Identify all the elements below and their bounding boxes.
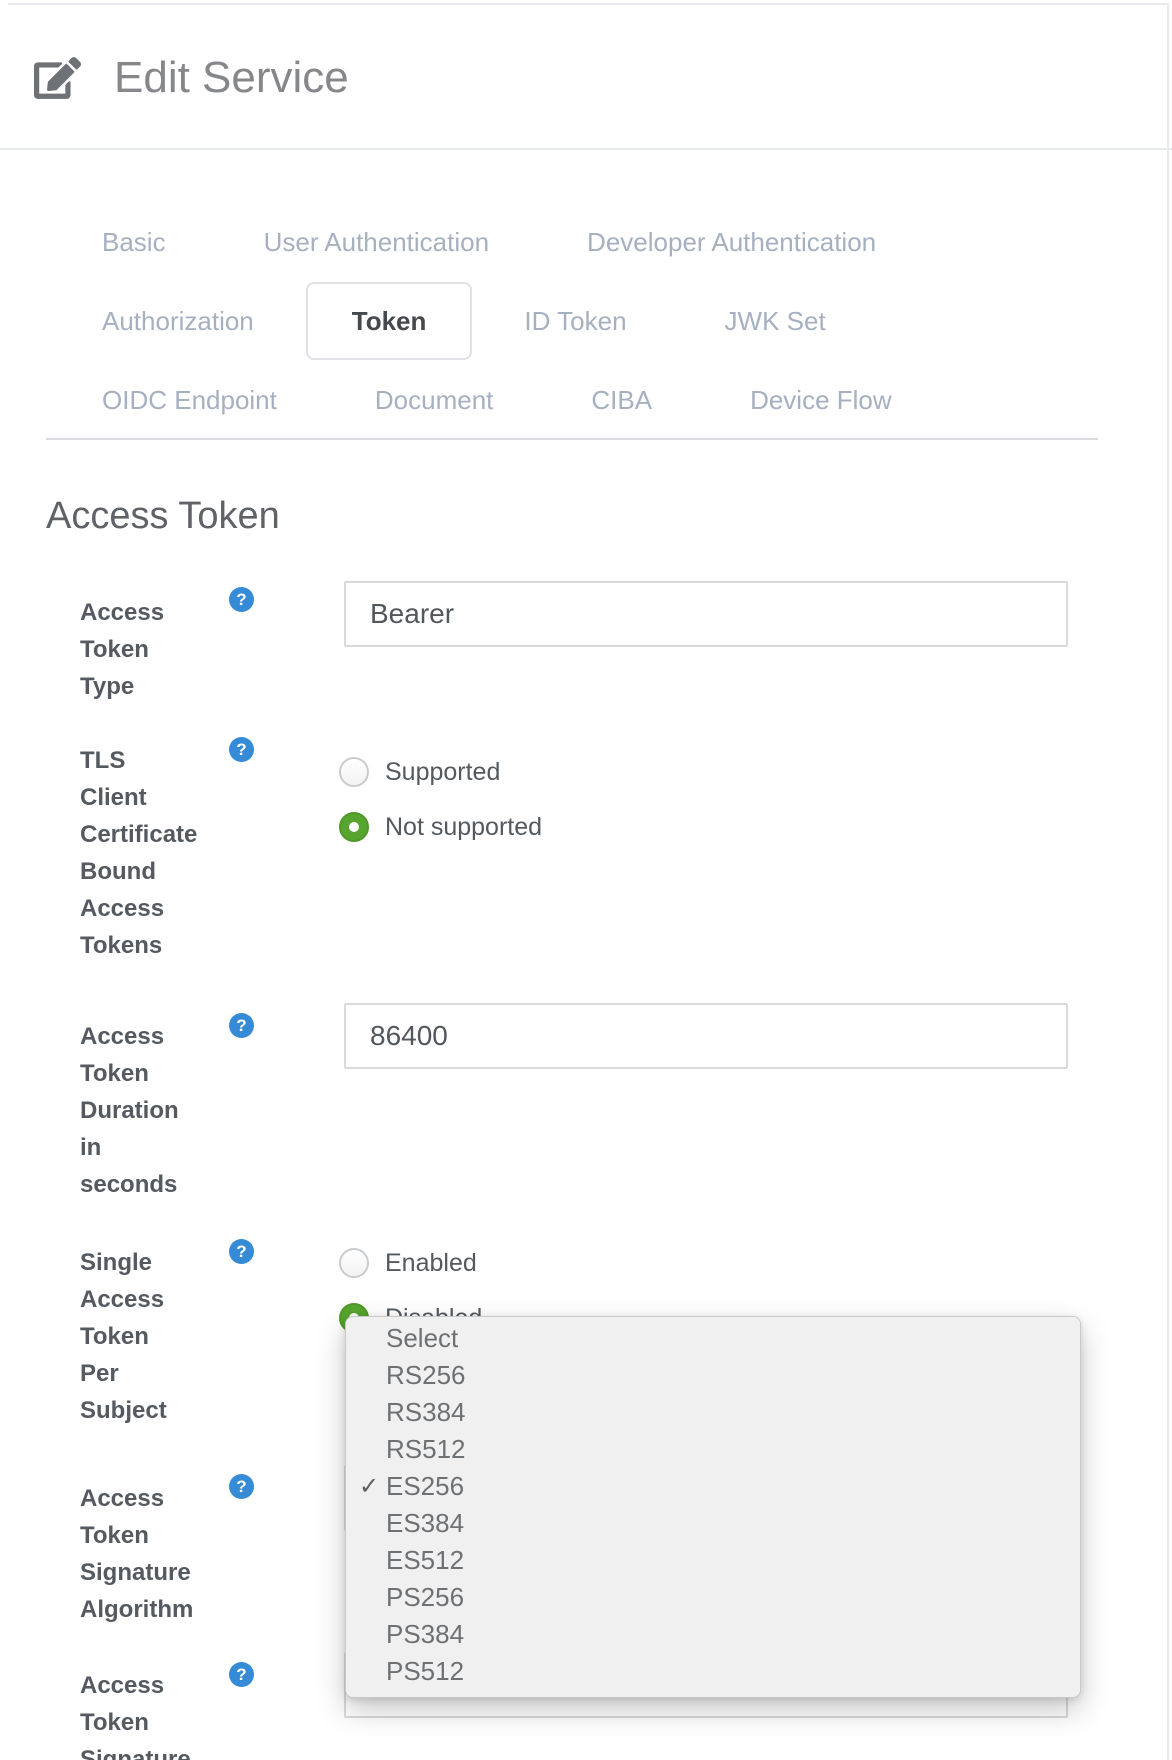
help-icon[interactable]: ? (229, 1239, 254, 1264)
help-icon[interactable]: ? (229, 1662, 254, 1687)
radio-supported-label[interactable]: Supported (385, 757, 500, 787)
help-icon[interactable]: ? (229, 1013, 254, 1038)
help-icon[interactable]: ? (229, 1474, 254, 1499)
radio-supported[interactable] (339, 757, 369, 787)
dropdown-option-es512[interactable]: ES512 (346, 1542, 1080, 1579)
tab-row-1: Basic User Authentication Developer Auth… (56, 203, 1116, 281)
tab-jwk-set[interactable]: JWK Set (679, 282, 872, 360)
radio-not-supported[interactable] (339, 812, 369, 842)
access-token-type-input[interactable] (344, 581, 1068, 647)
header-divider (0, 148, 1172, 150)
dropdown-option-es384[interactable]: ES384 (346, 1505, 1080, 1542)
tab-id-token[interactable]: ID Token (478, 282, 672, 360)
label-access-token-duration: Access Token Duration in seconds (80, 1018, 250, 1203)
edit-service-page: Edit Service Basic User Authentication D… (0, 0, 1172, 1760)
label-access-token-type: Access Token Type (80, 594, 250, 705)
tab-row-3: OIDC Endpoint Document CIBA Device Flow (56, 361, 1116, 439)
help-icon[interactable]: ? (229, 737, 254, 762)
panel-right-border (1167, 3, 1169, 1760)
help-icon[interactable]: ? (229, 587, 254, 612)
page-title: Edit Service (114, 54, 349, 102)
tab-row-2: Authorization Token ID Token JWK Set (56, 282, 1116, 360)
signature-algorithm-dropdown: Select RS256 RS384 RS512 ✓ES256 ES384 ES… (345, 1316, 1081, 1698)
tab-user-authentication[interactable]: User Authentication (218, 203, 535, 281)
dropdown-option-es256[interactable]: ✓ES256 (346, 1468, 1080, 1505)
tab-device-flow[interactable]: Device Flow (704, 361, 938, 439)
dropdown-option-select[interactable]: Select (346, 1320, 1080, 1357)
label-tls-client-cert-bound: TLS Client Certificate Bound Access Toke… (80, 742, 250, 964)
tab-oidc-endpoint[interactable]: OIDC Endpoint (56, 361, 323, 439)
label-signature-algorithm: Access Token Signature Algorithm (80, 1480, 250, 1628)
dropdown-option-ps512[interactable]: PS512 (346, 1653, 1080, 1690)
label-single-access-token: Single Access Token Per Subject (80, 1244, 250, 1429)
tabs-divider (46, 438, 1098, 440)
radio-enabled-label[interactable]: Enabled (385, 1248, 477, 1278)
edit-pencil-square-icon (34, 57, 81, 99)
tab-authorization[interactable]: Authorization (56, 282, 300, 360)
dropdown-option-rs256[interactable]: RS256 (346, 1357, 1080, 1394)
dropdown-option-rs384[interactable]: RS384 (346, 1394, 1080, 1431)
dropdown-option-ps384[interactable]: PS384 (346, 1616, 1080, 1653)
tab-basic[interactable]: Basic (56, 203, 212, 281)
tab-token[interactable]: Token (306, 282, 473, 360)
dropdown-option-rs512[interactable]: RS512 (346, 1431, 1080, 1468)
access-token-duration-input[interactable] (344, 1003, 1068, 1069)
dropdown-option-ps256[interactable]: PS256 (346, 1579, 1080, 1616)
label-access-token-signature: Access Token Signature (80, 1667, 250, 1760)
tab-bar: Basic User Authentication Developer Auth… (56, 203, 1116, 440)
radio-enabled[interactable] (339, 1248, 369, 1278)
section-heading: Access Token (46, 496, 280, 536)
tab-document[interactable]: Document (329, 361, 540, 439)
tab-developer-authentication[interactable]: Developer Authentication (541, 203, 922, 281)
radio-not-supported-label[interactable]: Not supported (385, 812, 542, 842)
tab-ciba[interactable]: CIBA (545, 361, 698, 439)
panel-top-border (8, 3, 1168, 5)
check-icon: ✓ (359, 1468, 385, 1505)
